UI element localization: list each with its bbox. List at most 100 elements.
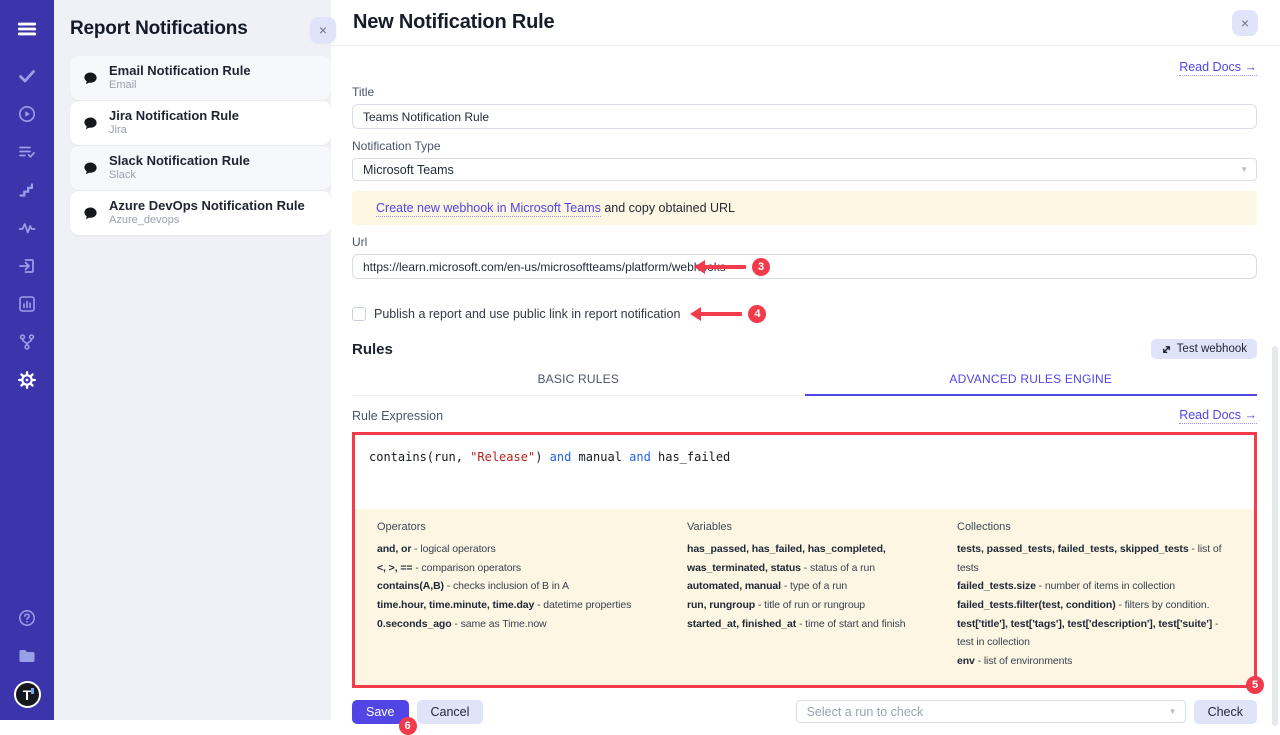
menu-icon[interactable] [15, 17, 39, 41]
settings-gear-icon[interactable] [15, 368, 39, 392]
app-logo[interactable]: T [14, 681, 41, 708]
speech-bubble-icon [82, 115, 99, 132]
list-item-slack[interactable]: Slack Notification Rule Slack [70, 146, 331, 190]
steps-icon[interactable] [15, 178, 39, 202]
help-desc: - datetime properties [534, 599, 631, 611]
help-desc: - checks inclusion of B in A [444, 580, 569, 592]
list-item-jira[interactable]: Jira Notification Rule Jira [70, 101, 331, 145]
play-circle-icon[interactable] [15, 102, 39, 126]
help-desc: - title of run or rungroup [755, 599, 865, 611]
tab-basic-rules[interactable]: BASIC RULES [352, 365, 805, 395]
help-term: and, or [377, 543, 411, 555]
rule-subtitle: Jira [109, 124, 239, 138]
code-segment: "Release" [470, 450, 535, 464]
help-term: automated, manual [687, 580, 781, 592]
read-docs-link[interactable]: Read Docs → [1179, 408, 1257, 424]
run-select-placeholder: Select a run to check [807, 705, 924, 719]
rule-title: Slack Notification Rule [109, 153, 250, 169]
help-item: run, rungroup - title of run or rungroup [687, 596, 939, 615]
annotation-step-4: 4 [688, 305, 766, 323]
notification-type-select[interactable]: Microsoft Teams ▼ [352, 158, 1257, 181]
rule-title: Azure DevOps Notification Rule [109, 198, 305, 214]
icon-sidebar: T [0, 0, 54, 720]
app-logo-accent [31, 688, 34, 694]
scrollbar-track [1272, 46, 1278, 720]
tab-label: BASIC RULES [537, 372, 619, 386]
check-button[interactable]: Check [1194, 700, 1257, 724]
rule-expression-annotated-box: contains(run, "Release") and manual and … [352, 432, 1257, 688]
code-segment: manual [571, 450, 629, 464]
code-segment: contains(run, [369, 450, 470, 464]
code-segment: and [550, 450, 572, 464]
save-label: Save [366, 705, 395, 719]
help-column-collections: Collections tests, passed_tests, failed_… [957, 521, 1236, 671]
bar-chart-icon[interactable] [15, 292, 39, 316]
report-notifications-panel: × Report Notifications Email Notificatio… [54, 0, 331, 720]
help-term: time.hour, time.minute, time.day [377, 599, 534, 611]
list-check-icon[interactable] [15, 140, 39, 164]
red-arrow-icon [700, 312, 742, 316]
help-column-header: Collections [957, 521, 1236, 533]
help-item: contains(A,B) - checks inclusion of B in… [377, 577, 669, 596]
step-badge: 3 [752, 258, 770, 276]
webhook-info-text: and copy obtained URL [601, 201, 735, 215]
rule-subtitle: Email [109, 79, 251, 93]
help-icon[interactable] [15, 606, 39, 630]
speech-bubble-icon [82, 160, 99, 177]
chevron-down-icon: ▼ [1240, 165, 1248, 174]
step-badge: 4 [748, 305, 766, 323]
list-item-azure-devops[interactable]: Azure DevOps Notification Rule Azure_dev… [70, 191, 331, 235]
help-item: <, >, == - comparison operators [377, 559, 669, 578]
help-term: env [957, 655, 975, 667]
sign-in-icon[interactable] [15, 254, 39, 278]
form-footer: Save 6 Cancel Select a run to check ▼ Ch… [352, 700, 1257, 724]
title-input[interactable] [352, 104, 1257, 129]
branch-icon[interactable] [15, 330, 39, 354]
scrollbar-thumb[interactable] [1272, 346, 1278, 726]
help-term: failed_tests.size [957, 580, 1036, 592]
list-item-email[interactable]: Email Notification Rule Email [70, 56, 331, 100]
tab-advanced-rules-engine[interactable]: ADVANCED RULES ENGINE [805, 365, 1258, 395]
help-column-variables: Variables has_passed, has_failed, has_co… [687, 521, 939, 671]
help-item: started_at, finished_at - time of start … [687, 615, 939, 634]
help-desc: - filters by condition. [1116, 599, 1210, 611]
main-header: New Notification Rule × [331, 0, 1280, 46]
help-column-header: Variables [687, 521, 939, 533]
url-label: Url [352, 235, 1257, 249]
help-item: failed_tests.size - number of items in c… [957, 577, 1236, 596]
title-label: Title [352, 85, 1257, 99]
cancel-button[interactable]: Cancel [417, 700, 484, 724]
help-desc: - type of a run [781, 580, 847, 592]
rule-expression-row: Rule Expression Read Docs → [352, 408, 1257, 424]
rules-tabs: BASIC RULES ADVANCED RULES ENGINE [352, 365, 1257, 396]
rule-title: Email Notification Rule [109, 63, 251, 79]
help-desc: - list of environments [975, 655, 1073, 667]
rule-expression-editor[interactable]: contains(run, "Release") and manual and … [355, 435, 1254, 509]
help-term: <, >, == [377, 562, 412, 574]
help-term: test['title'], test['tags'], test['descr… [957, 618, 1212, 630]
url-input[interactable] [352, 254, 1257, 279]
app-root: T × Report Notifications Email Notificat… [0, 0, 1280, 720]
read-docs-link[interactable]: Read Docs → [1179, 60, 1257, 76]
publish-checkbox[interactable] [352, 307, 366, 321]
speech-bubble-icon [82, 70, 99, 87]
check-icon[interactable] [15, 64, 39, 88]
help-desc: - status of a run [801, 562, 875, 574]
notification-type-label: Notification Type [352, 139, 1257, 153]
test-webhook-button[interactable]: Test webhook [1151, 339, 1257, 359]
folder-icon[interactable] [15, 644, 39, 668]
rules-header-row: Rules Test webhook [352, 339, 1257, 359]
save-button[interactable]: Save 6 [352, 700, 409, 724]
page-title: New Notification Rule [353, 11, 554, 34]
help-desc: - comparison operators [412, 562, 521, 574]
close-icon[interactable]: × [310, 17, 336, 43]
create-webhook-link[interactable]: Create new webhook in Microsoft Teams [376, 201, 601, 217]
url-field-wrap: 3 [352, 254, 1257, 279]
help-desc: - logical operators [411, 543, 495, 555]
help-column-header: Operators [377, 521, 669, 533]
publish-label: Publish a report and use public link in … [374, 307, 680, 321]
close-icon[interactable]: × [1232, 10, 1258, 36]
help-term: failed_tests.filter(test, condition) [957, 599, 1116, 611]
speech-bubble-icon [82, 205, 99, 222]
activity-icon[interactable] [15, 216, 39, 240]
